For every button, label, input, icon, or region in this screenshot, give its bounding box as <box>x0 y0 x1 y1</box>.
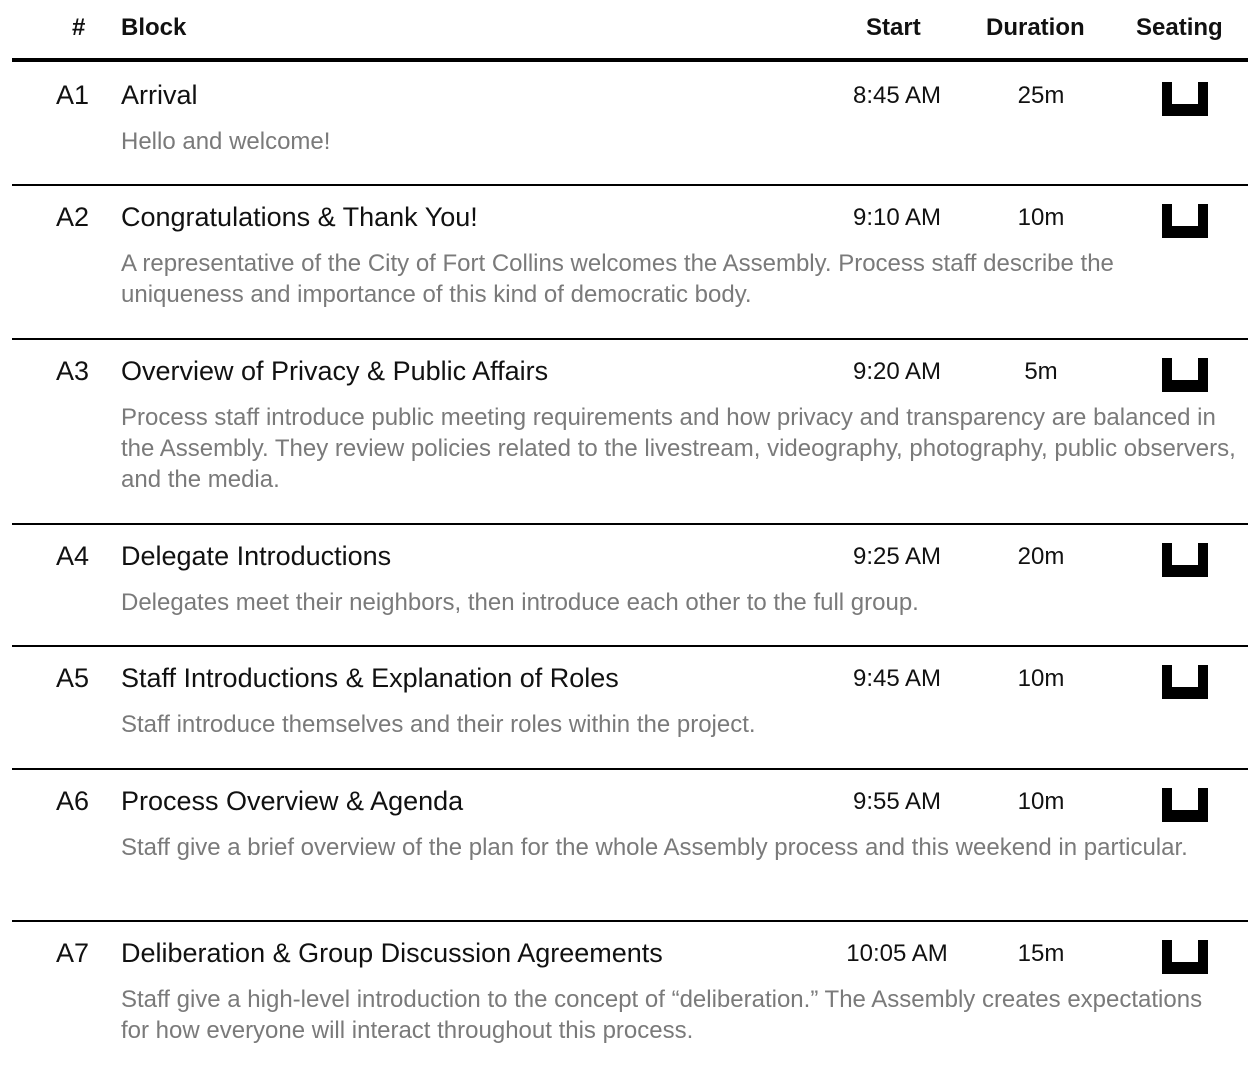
row-divider <box>12 645 1248 647</box>
table-seating-icon <box>1162 788 1208 822</box>
table-seating-icon <box>1162 665 1208 699</box>
row-number: A3 <box>56 356 90 386</box>
row-title: Delegate Introductions <box>121 541 392 571</box>
header-duration: Duration <box>986 14 1085 41</box>
row-description: A representative of the City of Fort Col… <box>121 250 1114 308</box>
row-number: A1 <box>56 80 90 110</box>
row-divider <box>12 184 1248 186</box>
row-divider <box>12 920 1248 922</box>
row-number: A4 <box>56 541 90 571</box>
row-duration: 25m <box>1017 82 1065 109</box>
row-title: Process Overview & Agenda <box>121 786 464 816</box>
header-num: # <box>72 14 86 41</box>
row-duration: 15m <box>1017 940 1065 967</box>
row-number: A2 <box>56 202 90 232</box>
row-description: Delegates meet their neighbors, then int… <box>121 589 919 616</box>
row-description: Staff give a high-level introduction to … <box>121 986 1203 1044</box>
row-duration: 5m <box>1024 358 1058 385</box>
header-block: Block <box>121 14 187 41</box>
header-seating: Seating <box>1136 14 1223 41</box>
row-number: A6 <box>56 786 90 816</box>
row-start: 9:55 AM <box>852 788 942 815</box>
header-start: Start <box>866 14 921 41</box>
row-start: 9:10 AM <box>852 204 942 231</box>
row-duration: 10m <box>1017 204 1065 231</box>
row-start: 9:20 AM <box>852 358 942 385</box>
header-divider <box>12 58 1248 62</box>
row-title: Staff Introductions & Explanation of Rol… <box>121 663 619 693</box>
row-start: 8:45 AM <box>852 82 942 109</box>
table-seating-icon <box>1162 940 1208 974</box>
row-title: Overview of Privacy & Public Affairs <box>121 356 549 386</box>
row-duration: 10m <box>1017 788 1065 815</box>
table-seating-icon <box>1162 82 1208 116</box>
row-title: Deliberation & Group Discussion Agreemen… <box>121 938 663 968</box>
table-header: # Block Start Duration Seating <box>0 14 1248 48</box>
row-divider <box>12 523 1248 525</box>
row-start: 9:45 AM <box>852 665 942 692</box>
row-description: Staff give a brief overview of the plan … <box>121 834 1188 861</box>
row-start: 9:25 AM <box>852 543 942 570</box>
row-title: Congratulations & Thank You! <box>121 202 478 232</box>
row-divider <box>12 768 1248 770</box>
row-title: Arrival <box>121 80 198 110</box>
table-seating-icon <box>1162 204 1208 238</box>
table-seating-icon <box>1162 543 1208 577</box>
table-seating-icon <box>1162 358 1208 392</box>
row-number: A7 <box>56 938 90 968</box>
row-duration: 20m <box>1017 543 1065 570</box>
row-divider <box>12 338 1248 340</box>
row-duration: 10m <box>1017 665 1065 692</box>
row-description: Staff introduce themselves and their rol… <box>121 711 756 738</box>
row-description: Process staff introduce public meeting r… <box>121 404 1236 493</box>
row-description: Hello and welcome! <box>121 128 331 155</box>
row-start: 10:05 AM <box>846 940 948 967</box>
row-number: A5 <box>56 663 90 693</box>
